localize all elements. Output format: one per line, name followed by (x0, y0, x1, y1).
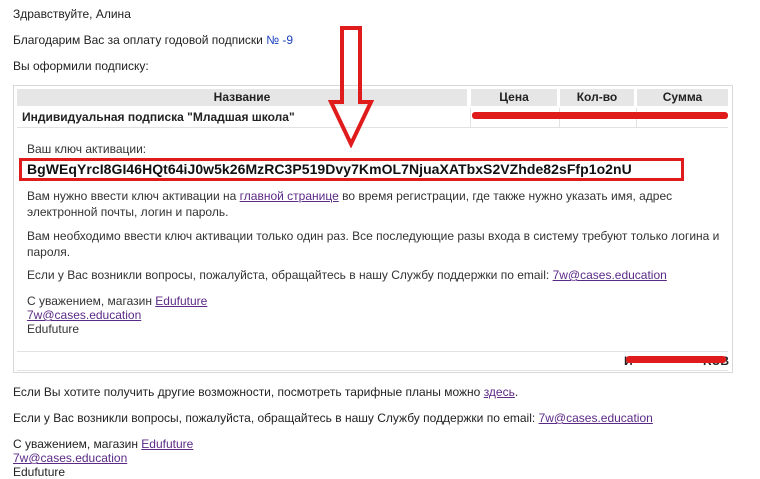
redaction-mark (626, 356, 726, 363)
order-number-link[interactable]: № -9 (266, 33, 293, 47)
support-text: Если у Вас возникли вопросы, пожалуйста,… (27, 268, 550, 282)
cell-divider (470, 108, 471, 127)
activation-paragraph-1: Вам нужно ввести ключ активации на главн… (27, 188, 727, 220)
redaction-mark (472, 112, 728, 119)
bottom-shop-name: Edufuture (13, 465, 66, 479)
bottom-support-text: Если у Вас возникли вопросы, пожалуйста,… (13, 411, 536, 425)
bottom-regards-text: С уважением, магазин (13, 437, 138, 451)
down-arrow-icon (328, 26, 374, 148)
bottom-shop-link[interactable]: Edufuture (141, 437, 193, 451)
bottom-support-email-link[interactable]: 7w@cases.education (539, 411, 653, 425)
bottom-email-link[interactable]: 7w@cases.education (13, 451, 127, 465)
shop-name: Edufuture (27, 322, 80, 336)
bottom-regards-line: С уважением, магазин Edufuture (13, 437, 193, 451)
here-link[interactable]: здесь (484, 385, 515, 399)
bottom-email-line: 7w@cases.education (13, 451, 127, 465)
more-options-line: Если Вы хотите получить другие возможнос… (13, 385, 519, 399)
activation-label: Ваш ключ активации: (27, 142, 147, 156)
header-sum: Сумма (637, 89, 728, 106)
regards-text: С уважением, магазин (27, 294, 152, 308)
product-name: Индивидуальная подписка "Младшая школа" (22, 110, 295, 124)
header-name: Название (17, 89, 467, 106)
support-email-link[interactable]: 7w@cases.education (553, 268, 667, 282)
thanks-line: Благодарим Вас за оплату годовой подписк… (13, 33, 293, 47)
total-row: И RUB (17, 351, 729, 371)
more-options-text: Если Вы хотите получить другие возможнос… (13, 385, 481, 399)
greeting-text: Здравствуйте, Алина (13, 7, 131, 21)
header-price: Цена (471, 89, 557, 106)
activation-paragraph-2: Вам необходимо ввести ключ активации тол… (27, 229, 720, 259)
activation-key-box: BgWEqYrcI8GI46HQt64iJ0w5k26MzRC3P519Dvy7… (19, 158, 684, 181)
bottom-support-line: Если у Вас возникли вопросы, пожалуйста,… (13, 411, 653, 425)
activation-key[interactable]: BgWEqYrcI8GI46HQt64iJ0w5k26MzRC3P519Dvy7… (27, 161, 632, 178)
support-paragraph: Если у Вас возникли вопросы, пожалуйста,… (27, 267, 727, 283)
shop-link[interactable]: Edufuture (155, 294, 207, 308)
subscribed-text: Вы оформили подписку: (13, 59, 149, 73)
activation-p1-before: Вам нужно ввести ключ активации на (27, 189, 237, 203)
header-qty: Кол-во (560, 89, 634, 106)
thanks-text: Благодарим Вас за оплату годовой подписк… (13, 33, 263, 47)
shop-email-link[interactable]: 7w@cases.education (27, 308, 141, 322)
main-page-link[interactable]: главной странице (240, 189, 339, 203)
